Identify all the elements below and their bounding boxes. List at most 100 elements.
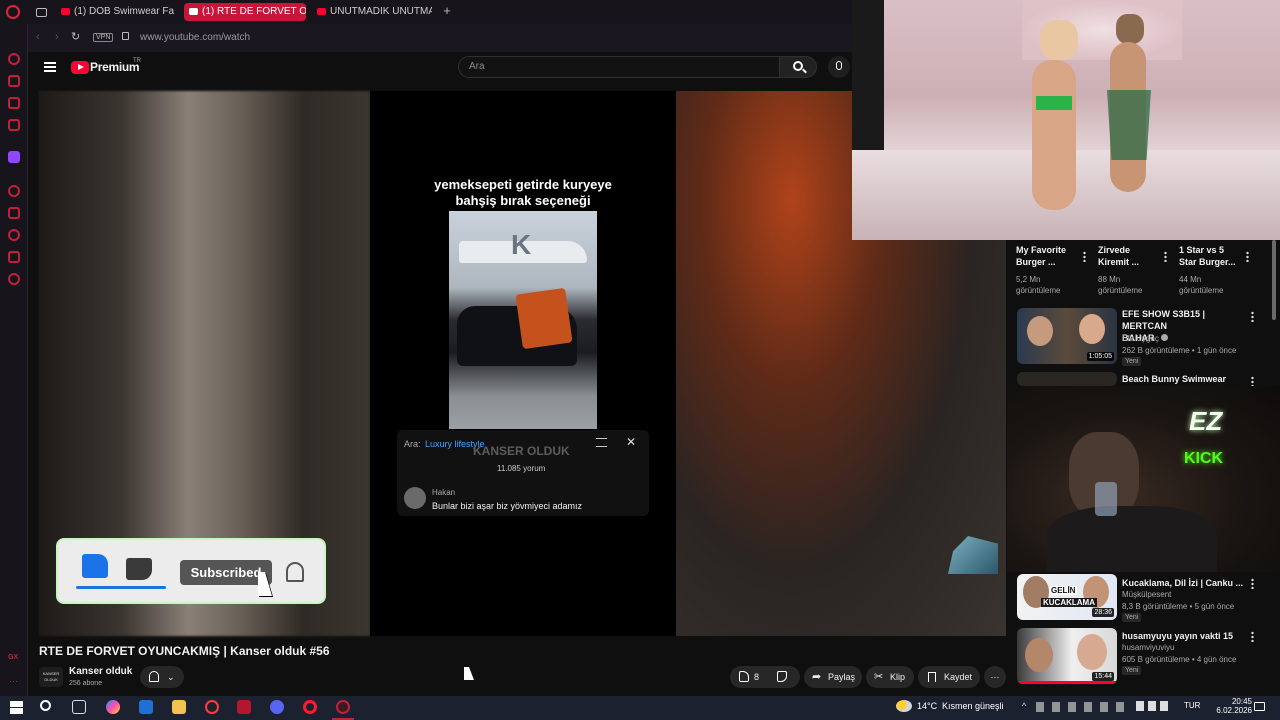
tab-rte-de-forvet[interactable]: (1) RTE DE FORVET OYUNC: [184, 3, 306, 21]
sidebar-bookmark-icon[interactable]: [8, 207, 20, 219]
reload-icon[interactable]: ↻: [71, 30, 80, 43]
sidebar-clock-icon[interactable]: [8, 229, 20, 241]
rec-thumbnail-kucaklama[interactable]: GELİN KUCAKLAMA 28:36: [1017, 574, 1117, 620]
rec-thumbnail-beach-bunny[interactable]: [1017, 372, 1117, 386]
outlook-icon[interactable]: [139, 700, 153, 714]
rec-top-views-3: 44 Mn görüntüleme: [1179, 275, 1224, 295]
opera-logo-icon[interactable]: [6, 5, 20, 19]
rec-top-views-1: 5,2 Mn görüntüleme: [1016, 275, 1061, 295]
lock-icon: [122, 32, 129, 40]
system-clock[interactable]: 20:45 6.02.2026: [1212, 697, 1252, 715]
weather-sun-icon[interactable]: [896, 700, 912, 712]
rec-top-title-3[interactable]: 1 Star vs 5 Star Burger...: [1179, 244, 1236, 268]
sidebar-history-icon[interactable]: [8, 185, 20, 197]
menu-icon[interactable]: [44, 62, 56, 72]
sidebar-ai-icon[interactable]: [8, 53, 20, 65]
rec-title-kucaklama[interactable]: Kucaklama, Dil İzi | Canku ...: [1122, 577, 1243, 589]
sidebar-messenger-icon[interactable]: [8, 97, 20, 109]
plane-logo-shape: K: [511, 229, 532, 260]
picture-in-picture-video[interactable]: [852, 0, 1280, 240]
speaker-icon: [189, 8, 198, 15]
rec-top-title-1[interactable]: My Favorite Burger ...: [1016, 244, 1066, 268]
youtube-logo-icon[interactable]: [71, 61, 89, 74]
opera-gx-icon[interactable]: [205, 700, 219, 714]
video-editor-icon[interactable]: [237, 700, 251, 714]
forward-icon[interactable]: ›: [55, 31, 59, 43]
notification-center-icon[interactable]: [1254, 702, 1265, 711]
channel-avatar[interactable]: KANSER OLDUK: [39, 667, 63, 687]
windows-start-icon[interactable]: [10, 701, 23, 714]
microphone-icon: [836, 61, 842, 70]
glass-shape: [1095, 482, 1117, 516]
address-bar: ‹ › ↻ VPN www.youtube.com/watch: [28, 24, 852, 52]
weather-description[interactable]: Kısmen güneşli: [942, 701, 1004, 711]
voice-search-button[interactable]: [828, 56, 850, 78]
scrollbar-thumb[interactable]: [1272, 240, 1276, 320]
rec-channel-efe-show[interactable]: Efe Uygaç: [1122, 333, 1169, 344]
tab-dob-swimwear[interactable]: (1) DOB Swimwear Fashion: [56, 3, 174, 21]
sidebar-extensions-icon[interactable]: [8, 251, 20, 263]
rec-title-husamyuyu[interactable]: husamyuyu yayın vakti 15: [1122, 630, 1233, 642]
sidebar-more-icon[interactable]: ⋯: [9, 676, 18, 687]
channel-name[interactable]: Kanser olduk: [69, 666, 132, 677]
opera-gx-active-icon[interactable]: [336, 700, 350, 714]
sort-icon[interactable]: [596, 438, 607, 447]
url-field[interactable]: www.youtube.com/watch: [140, 32, 250, 43]
copilot-icon[interactable]: [106, 700, 120, 714]
back-icon[interactable]: ‹: [36, 31, 40, 43]
taskbar-search-icon[interactable]: [40, 700, 51, 711]
sidebar-settings-icon[interactable]: [8, 273, 20, 285]
rec-top-title-2[interactable]: Zirvede Kiremit ...: [1098, 244, 1139, 268]
rec-thumbnail-husamyuyu[interactable]: 15:44: [1017, 628, 1117, 684]
new-badge: Yeni: [1122, 613, 1142, 622]
search-input[interactable]: Ara: [458, 56, 780, 78]
language-indicator[interactable]: TUR: [1184, 701, 1200, 710]
like-count: 8: [754, 672, 760, 682]
rec-channel-kucaklama[interactable]: Müşkülpesent: [1122, 589, 1171, 600]
bookmark-icon: [928, 672, 936, 682]
opera-icon[interactable]: [303, 700, 317, 714]
save-button[interactable]: Kaydet: [918, 666, 980, 688]
more-vert-icon[interactable]: [1251, 578, 1254, 589]
sidebar-cart-icon[interactable]: [8, 75, 20, 87]
video-caption: yemeksepeti getirde kuryeye bahşiş bırak…: [434, 177, 612, 208]
more-actions-button[interactable]: ⋯: [984, 666, 1006, 688]
youtube-premium-logo[interactable]: Premium: [90, 60, 140, 74]
clip-button[interactable]: ✂ Klip: [866, 666, 914, 688]
comments-search-prefix: Ara:: [404, 439, 421, 449]
tab-unutmadik[interactable]: UNUTMADIK UNUTMAYACAĞIZ: [312, 3, 432, 21]
rec-title-beach-bunny[interactable]: Beach Bunny Swimwear: [1122, 373, 1226, 385]
more-vert-icon[interactable]: [1164, 251, 1167, 262]
more-vert-icon[interactable]: [1083, 251, 1086, 262]
like-button-icon[interactable]: [739, 671, 749, 682]
sidebar-twitch-icon[interactable]: [8, 151, 20, 163]
file-explorer-icon[interactable]: [172, 700, 186, 714]
more-vert-icon[interactable]: [1246, 251, 1249, 262]
more-vert-icon[interactable]: [1251, 631, 1254, 642]
commenter-avatar[interactable]: [404, 487, 426, 509]
sidebar-instagram-icon[interactable]: [8, 119, 20, 131]
country-code: TR: [133, 58, 141, 64]
dislike-button-icon[interactable]: [777, 671, 787, 682]
model-1-head: [1040, 20, 1078, 60]
more-vert-icon[interactable]: [1251, 311, 1254, 322]
show-hidden-icons-icon[interactable]: ^: [1022, 701, 1026, 711]
search-button[interactable]: [779, 56, 817, 78]
rec-channel-husamyuyu[interactable]: husamviyuviyu: [1122, 642, 1174, 653]
vpn-badge[interactable]: VPN: [93, 33, 114, 42]
tray-icons-group[interactable]: [1036, 702, 1132, 712]
tab-manager-icon[interactable]: [36, 8, 47, 17]
task-view-icon[interactable]: [72, 700, 86, 714]
sidebar-gx-label: GX: [8, 654, 19, 661]
weather-temperature[interactable]: 14°C: [917, 701, 937, 711]
rec-thumbnail-efe-show[interactable]: 1:05:05: [1017, 308, 1117, 364]
share-button[interactable]: ➦ Paylaş: [804, 666, 862, 688]
rec-meta-kucaklama: 8,3 B görüntüleme • 5 gün önce: [1122, 602, 1235, 611]
commenter-name[interactable]: Hakan: [432, 488, 455, 497]
discord-icon[interactable]: [270, 700, 284, 714]
notification-bell-button[interactable]: ⌄: [140, 666, 184, 688]
close-icon[interactable]: ✕: [626, 435, 636, 449]
new-tab-button[interactable]: +: [440, 4, 454, 18]
bell-icon: [149, 671, 159, 682]
network-sound-icons[interactable]: [1136, 701, 1168, 711]
